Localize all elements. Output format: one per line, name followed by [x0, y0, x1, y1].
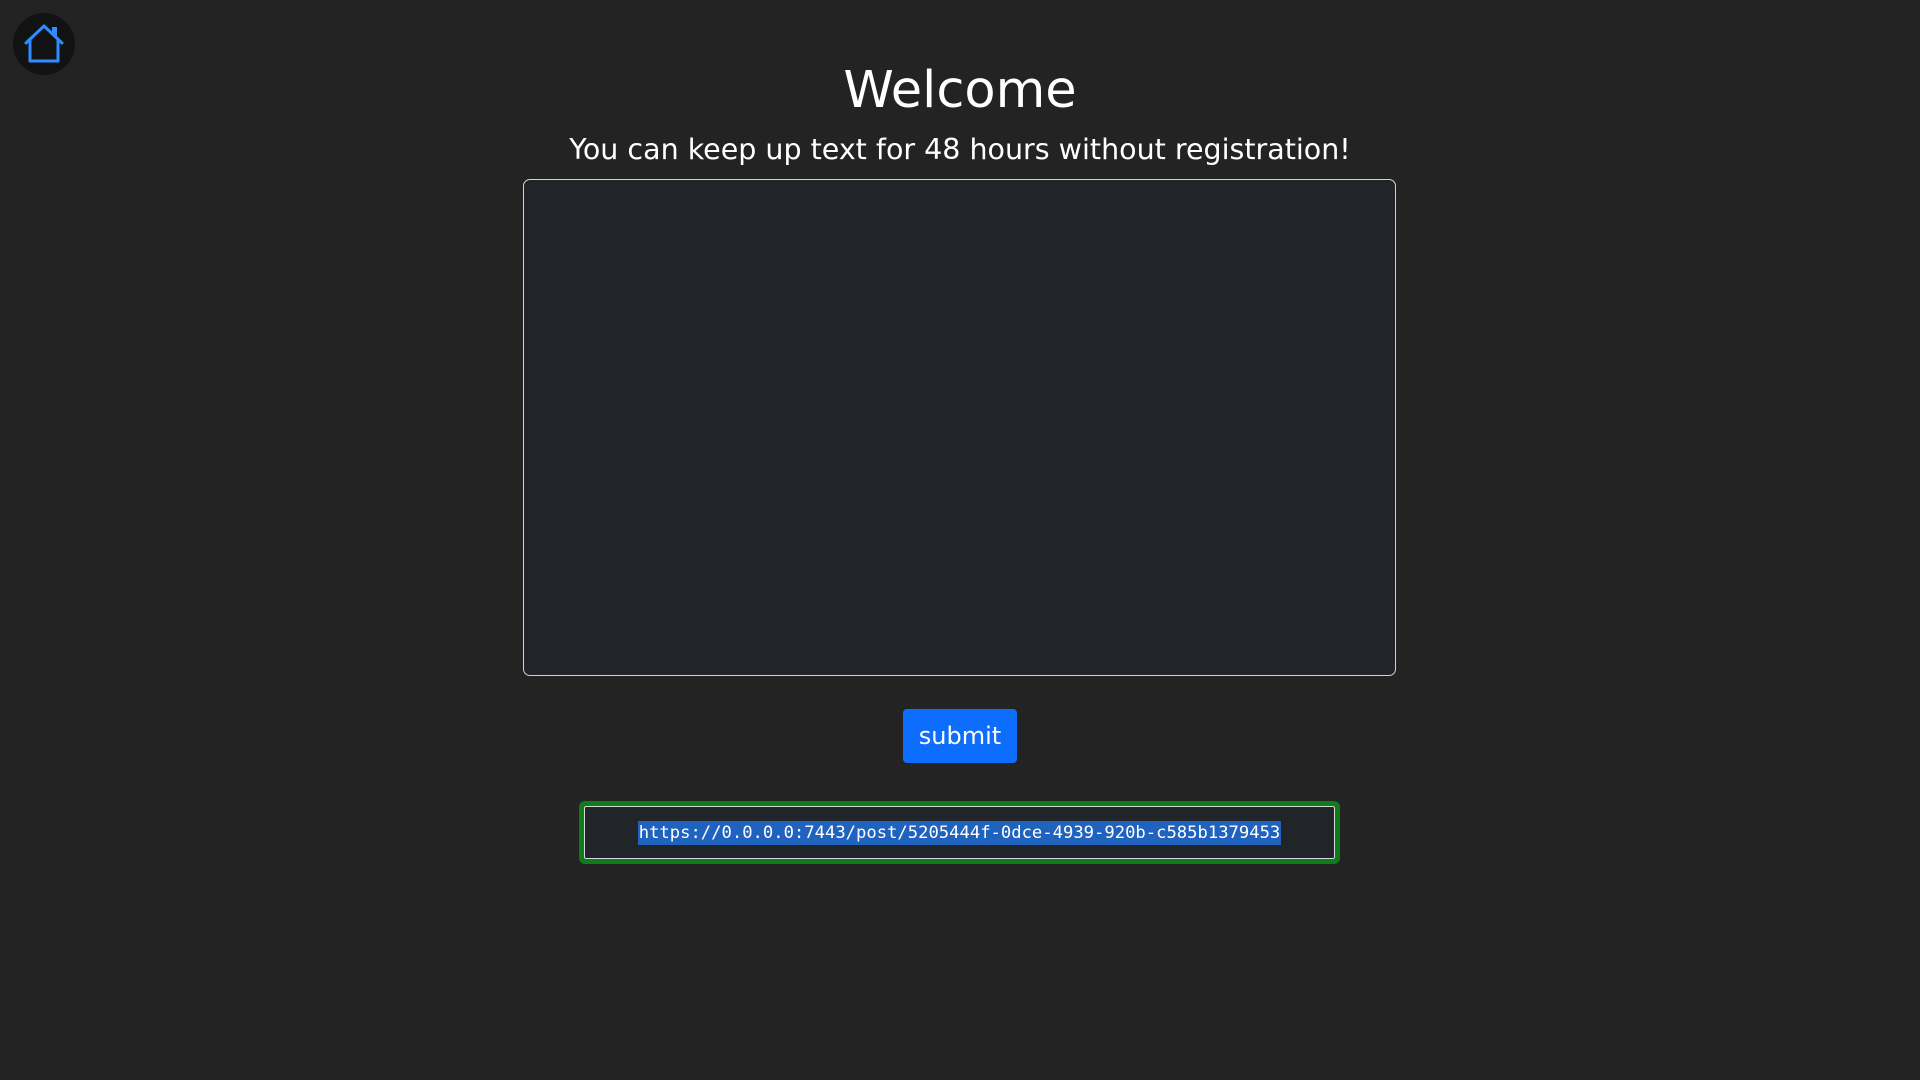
page-subtitle: You can keep up text for 48 hours withou…: [569, 133, 1351, 166]
result-link-field[interactable]: https://0.0.0.0:7443/post/5205444f-0dce-…: [584, 806, 1335, 859]
result-link-box: https://0.0.0.0:7443/post/5205444f-0dce-…: [579, 801, 1340, 864]
result-link-text[interactable]: https://0.0.0.0:7443/post/5205444f-0dce-…: [637, 820, 1282, 845]
page-title: Welcome: [843, 61, 1077, 120]
submit-button[interactable]: submit: [903, 709, 1017, 763]
text-input[interactable]: [523, 179, 1396, 676]
